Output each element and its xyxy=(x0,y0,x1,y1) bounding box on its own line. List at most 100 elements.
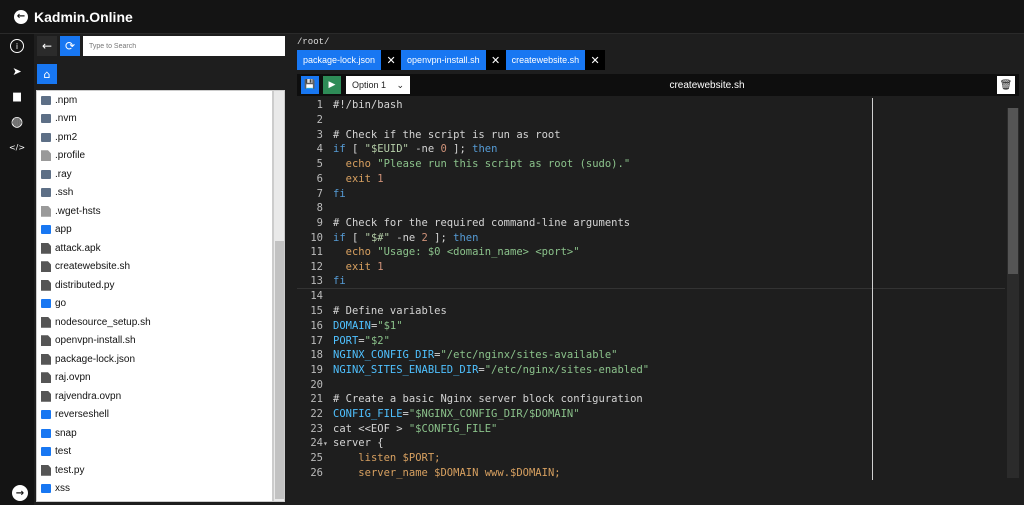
close-icon[interactable]: ✕ xyxy=(381,50,402,70)
option-select[interactable]: Option 1 ⌄ xyxy=(346,76,410,94)
editor-tabs: package-lock.json ✕ openvpn-install.sh ✕ cre… xyxy=(297,50,606,72)
folder-icon xyxy=(41,484,51,494)
editor-tab[interactable]: package-lock.json xyxy=(297,50,382,70)
back-button[interactable]: ← xyxy=(37,36,57,56)
file-name: snap xyxy=(55,427,77,439)
info-icon[interactable]: i xyxy=(10,39,24,53)
refresh-button[interactable]: ⟳ xyxy=(60,36,80,56)
file-list-item[interactable]: go xyxy=(37,295,272,314)
line-number: 9 xyxy=(316,216,323,229)
editor-scroll-thumb[interactable] xyxy=(1008,108,1018,274)
code-token: "$#" xyxy=(364,231,390,244)
editor-scrollbar[interactable] xyxy=(1007,108,1019,478)
code-token: "/etc/nginx/sites-available" xyxy=(440,349,618,362)
line-number: 11 xyxy=(310,246,323,259)
code-token: server { xyxy=(333,437,384,450)
folder-icon xyxy=(41,225,51,235)
folder-icon xyxy=(41,410,51,420)
file-list-item[interactable]: .ray xyxy=(37,165,272,184)
file-name: .ray xyxy=(55,168,72,180)
file-list-item[interactable]: reverseshell xyxy=(37,406,272,425)
file-list-item[interactable]: .ssh xyxy=(37,184,272,203)
code-token: listen $PORT; xyxy=(358,452,441,465)
globe-icon[interactable]: ◍ xyxy=(10,114,24,130)
line-number: 5 xyxy=(316,158,323,171)
file-list-item[interactable]: distributed.py xyxy=(37,276,272,295)
file-name: attack.apk xyxy=(55,242,101,254)
file-list-item[interactable]: openvpn-install.sh xyxy=(37,332,272,351)
file-icon xyxy=(41,205,51,217)
file-list-item[interactable]: .wget-hsts xyxy=(37,202,272,221)
file-list-item[interactable]: .nvm xyxy=(37,110,272,129)
file-list-item[interactable]: test.py xyxy=(37,461,272,480)
code-line: 7 fi xyxy=(297,186,1005,201)
code-line: 5 echo "Please run this script as root (… xyxy=(297,157,1005,172)
code-text: # Define variables xyxy=(329,305,447,317)
code-token: -ne xyxy=(408,143,441,156)
code-token: ]; xyxy=(446,143,473,156)
code-line: 24 ▾ server { xyxy=(297,436,1005,451)
file-list-item[interactable]: .profile xyxy=(37,147,272,166)
file-list: .npm .nvm .pm2 .profile .ray .ssh .wget-hsts ap… xyxy=(36,90,273,502)
line-number: 6 xyxy=(316,172,323,185)
editor-tab[interactable]: createwebsite.sh xyxy=(505,50,586,70)
file-list-item[interactable]: raj.ovpn xyxy=(37,369,272,388)
file-list-item[interactable]: createwebsite.sh xyxy=(37,258,272,277)
file-list-item[interactable]: test xyxy=(37,443,272,462)
file-list-item[interactable]: rajvendra.ovpn xyxy=(37,387,272,406)
code-text: # Check for the required command-line ar… xyxy=(329,217,630,229)
line-number: 22 xyxy=(310,408,323,421)
file-list-item[interactable]: .npm xyxy=(37,91,272,110)
code-token: NGINX_CONFIG_DIR xyxy=(333,349,435,362)
code-line: 14 xyxy=(297,289,1005,304)
line-number: 24 xyxy=(310,437,323,450)
code-text: PORT="$2" xyxy=(329,335,390,347)
folder-icon xyxy=(41,114,51,124)
code-text: echo "Please run this script as root (su… xyxy=(329,158,631,171)
code-text: if [ "$#" -ne 2 ]; then xyxy=(329,232,478,244)
folder-icon[interactable]: ▆ xyxy=(10,89,24,103)
arrow-right-circle-icon[interactable]: → xyxy=(12,485,28,501)
close-icon[interactable]: ✕ xyxy=(585,50,606,70)
code-text: fi xyxy=(329,188,346,200)
file-list-item[interactable]: app xyxy=(37,221,272,240)
folder-icon xyxy=(41,299,51,309)
code-editor[interactable]: 26 server_name $DOMAIN www.$DOMAIN; 25 li… xyxy=(297,98,1019,480)
file-list-scrollbar[interactable] xyxy=(273,90,285,502)
code-token: if xyxy=(333,143,346,156)
line-number: 25 xyxy=(310,452,323,465)
home-button[interactable]: ⌂ xyxy=(37,64,57,84)
code-token: [ xyxy=(345,231,365,244)
save-button[interactable]: 💾 xyxy=(301,76,319,94)
editor-tab[interactable]: openvpn-install.sh xyxy=(401,50,486,70)
code-text: server { xyxy=(329,437,384,449)
file-icon xyxy=(41,353,51,365)
file-list-item[interactable]: nodesource_setup.sh xyxy=(37,313,272,332)
code-token: # Create a basic Nginx server block conf… xyxy=(333,393,643,406)
code-line: 22 CONFIG_FILE="$NGINX_CONFIG_DIR/$DOMAIN… xyxy=(297,407,1005,422)
file-list-item[interactable]: .pm2 xyxy=(37,128,272,147)
line-number: 12 xyxy=(310,261,323,274)
file-list-item[interactable]: xss xyxy=(37,480,272,499)
send-icon[interactable]: ➤ xyxy=(10,64,24,78)
file-list-item[interactable]: attack.apk xyxy=(37,239,272,258)
close-icon[interactable]: ✕ xyxy=(485,50,506,70)
delete-button[interactable]: 🗑 xyxy=(997,76,1015,94)
code-token: "$NGINX_CONFIG_DIR/$DOMAIN" xyxy=(408,408,580,421)
line-number: 26 xyxy=(310,466,323,479)
code-text: server_name $DOMAIN www.$DOMAIN; xyxy=(329,467,560,479)
file-list-item[interactable]: snap xyxy=(37,424,272,443)
run-button[interactable]: ▶ xyxy=(323,76,341,94)
code-icon[interactable]: </> xyxy=(9,140,25,154)
code-line: 12 exit 1 xyxy=(297,260,1005,275)
code-token: echo xyxy=(345,158,371,171)
folder-icon xyxy=(41,95,51,105)
brand[interactable]: ← Kadmin.Online xyxy=(14,9,133,25)
code-text: listen $PORT; xyxy=(329,452,440,464)
code-token: "Usage: $0 <domain_name> <port>" xyxy=(377,246,580,259)
file-list-scroll-thumb[interactable] xyxy=(275,241,284,499)
search-input[interactable] xyxy=(83,36,285,56)
file-list-item[interactable]: package-lock.json xyxy=(37,350,272,369)
current-path: /root/ xyxy=(297,37,330,47)
folder-icon xyxy=(41,428,51,438)
